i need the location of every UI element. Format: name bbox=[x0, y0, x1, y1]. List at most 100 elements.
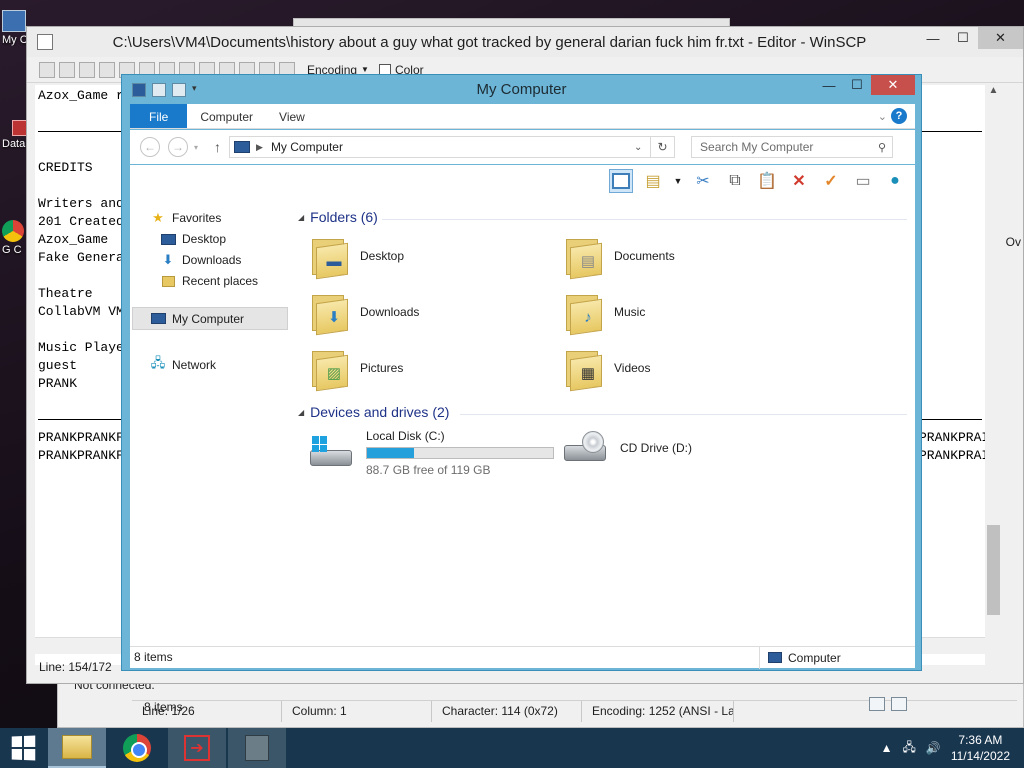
desktop-icon-label: G C bbox=[2, 244, 22, 256]
properties-icon[interactable] bbox=[152, 82, 166, 97]
editor-app-icon bbox=[37, 34, 53, 50]
tab-file[interactable]: File bbox=[130, 104, 188, 128]
chevron-down-icon[interactable]: ▼ bbox=[673, 169, 683, 193]
minimize-button[interactable]: — bbox=[815, 75, 843, 95]
back-button[interactable]: ← bbox=[140, 137, 160, 157]
delete-icon[interactable]: ✕ bbox=[787, 169, 811, 193]
collapse-icon[interactable]: ◢ bbox=[298, 408, 304, 417]
folder-downloads[interactable]: ⬇ Downloads bbox=[310, 291, 419, 336]
documents-folder-icon: ▤ bbox=[564, 235, 604, 280]
search-input[interactable] bbox=[700, 140, 861, 154]
nav-favorites[interactable]: ★ Favorites bbox=[150, 210, 221, 225]
save-all-icon[interactable] bbox=[59, 61, 75, 78]
winscp-icon bbox=[245, 735, 269, 761]
show-hidden-icons-icon[interactable]: ▲ bbox=[881, 741, 893, 755]
scroll-up-arrow-icon[interactable]: ▲ bbox=[985, 85, 1002, 96]
new-folder-icon[interactable] bbox=[172, 82, 186, 97]
computer-icon bbox=[132, 82, 146, 97]
group-divider bbox=[382, 219, 907, 220]
forward-button[interactable]: → bbox=[168, 137, 188, 157]
clock-date: 11/14/2022 bbox=[950, 749, 1010, 763]
close-button[interactable]: ✕ bbox=[871, 75, 915, 95]
folder-videos[interactable]: ▦ Videos bbox=[564, 347, 650, 392]
recent-locations-icon[interactable]: ▾ bbox=[194, 143, 198, 152]
tab-computer[interactable]: Computer bbox=[187, 104, 266, 128]
drive-local-disk-c[interactable]: Local Disk (C:) 88.7 GB free of 119 GB bbox=[308, 429, 554, 477]
paste-icon[interactable]: 📋 bbox=[755, 169, 779, 193]
taskbar-file-explorer[interactable] bbox=[48, 728, 106, 768]
properties-icon[interactable]: ▤ bbox=[641, 169, 665, 193]
save-icon[interactable] bbox=[39, 61, 55, 78]
print-icon[interactable] bbox=[99, 61, 115, 78]
text-line-right: PRANKPRAI bbox=[919, 448, 985, 463]
collapse-icon[interactable]: ◢ bbox=[298, 213, 304, 222]
folders-group-header[interactable]: ◢ Folders (6) bbox=[298, 209, 378, 225]
refresh-button[interactable]: ↻ bbox=[651, 136, 676, 158]
folder-pictures[interactable]: ▨ Pictures bbox=[310, 347, 403, 392]
search-icon: ⚲ bbox=[877, 141, 887, 154]
folder-desktop[interactable]: ▬ Desktop bbox=[310, 235, 404, 280]
nav-label: Downloads bbox=[182, 253, 242, 267]
desktop-icon bbox=[160, 233, 176, 246]
explorer-content: ★ Favorites Desktop ⬇ Downloads Recent p… bbox=[130, 197, 915, 714]
explorer-window[interactable]: ▾ My Computer — ☐ ✕ File Computer View ⌄… bbox=[121, 74, 922, 714]
drive-cd-d[interactable]: CD Drive (D:) bbox=[562, 431, 692, 465]
navigation-pane: ★ Favorites Desktop ⬇ Downloads Recent p… bbox=[130, 197, 290, 617]
chrome-icon bbox=[123, 734, 151, 762]
globe-icon[interactable]: ● bbox=[883, 169, 907, 193]
nav-recent-places[interactable]: Recent places bbox=[160, 274, 258, 288]
taskbar-app-red[interactable]: ➔ bbox=[168, 728, 226, 768]
taskbar-chrome[interactable] bbox=[108, 728, 166, 768]
cut-icon[interactable]: ✂ bbox=[691, 169, 715, 193]
folder-name: Music bbox=[614, 305, 646, 319]
scrollbar-thumb[interactable] bbox=[987, 525, 1000, 615]
start-button[interactable] bbox=[0, 728, 46, 768]
nav-label: Network bbox=[172, 358, 217, 372]
desktop-folder-icon: ▬ bbox=[310, 235, 350, 280]
details-view-icon[interactable] bbox=[869, 697, 885, 711]
expand-ribbon-icon[interactable]: ⌄ bbox=[878, 110, 887, 128]
volume-icon[interactable]: 🔊 bbox=[926, 741, 941, 755]
maximize-button[interactable]: ☐ bbox=[948, 27, 978, 49]
preview-pane-icon[interactable] bbox=[609, 169, 633, 193]
close-button[interactable]: ✕ bbox=[978, 27, 1023, 49]
breadcrumb-separator-icon[interactable]: ▶ bbox=[256, 142, 263, 153]
explorer-titlebar[interactable]: ▾ My Computer — ☐ ✕ bbox=[122, 75, 921, 104]
app-icon: ➔ bbox=[184, 735, 210, 761]
chevron-down-icon[interactable]: ▾ bbox=[192, 83, 206, 97]
desktop-icon-label: Data bbox=[2, 138, 26, 150]
hard-drive-icon bbox=[308, 436, 356, 470]
folder-name: Documents bbox=[614, 249, 675, 263]
copy-icon[interactable]: ⧉ bbox=[723, 169, 747, 193]
rename-icon[interactable]: ▭ bbox=[851, 169, 875, 193]
folder-music[interactable]: ♪ Music bbox=[564, 291, 646, 336]
search-box[interactable]: ⚲ bbox=[691, 136, 894, 158]
chevron-down-icon[interactable]: ⌄ bbox=[634, 142, 650, 153]
nav-label: Desktop bbox=[182, 232, 227, 246]
drives-group-header[interactable]: ◢ Devices and drives (2) bbox=[298, 404, 449, 420]
clock[interactable]: 7:36 AM 11/14/2022 bbox=[951, 732, 1010, 764]
nav-my-computer[interactable]: My Computer bbox=[132, 307, 288, 330]
status-encoding: Encoding: 1252 (ANSI - La bbox=[582, 701, 734, 722]
taskbar-winscp[interactable] bbox=[228, 728, 286, 768]
maximize-button[interactable]: ☐ bbox=[843, 75, 871, 95]
editor-titlebar[interactable]: C:\Users\VM4\Documents\history about a g… bbox=[27, 27, 1023, 57]
minimize-button[interactable]: — bbox=[918, 27, 948, 49]
large-icons-view-icon[interactable] bbox=[891, 697, 907, 711]
folder-documents[interactable]: ▤ Documents bbox=[564, 235, 675, 280]
checkmark-icon[interactable]: ✓ bbox=[819, 169, 843, 193]
address-bar[interactable]: ▶ My Computer ⌄ bbox=[229, 136, 652, 158]
address-value: My Computer bbox=[270, 140, 343, 154]
side-text: Ov bbox=[1005, 235, 1021, 249]
nav-network[interactable]: 🖧 Network bbox=[150, 355, 217, 372]
up-button[interactable]: ↑ bbox=[214, 139, 221, 155]
reload-icon[interactable] bbox=[79, 61, 95, 78]
network-icon[interactable]: 🖧 bbox=[902, 738, 915, 759]
nav-desktop[interactable]: Desktop bbox=[160, 232, 226, 246]
editor-vertical-scrollbar[interactable]: ▲ bbox=[985, 85, 1002, 665]
nav-downloads[interactable]: ⬇ Downloads bbox=[160, 252, 242, 267]
taskbar: ➔ ▲ 🖧 🔊 7:36 AM 11/14/2022 bbox=[0, 728, 1024, 768]
tab-view[interactable]: View bbox=[266, 104, 318, 128]
help-icon[interactable]: ? bbox=[891, 108, 907, 124]
network-icon: 🖧 bbox=[150, 355, 166, 370]
